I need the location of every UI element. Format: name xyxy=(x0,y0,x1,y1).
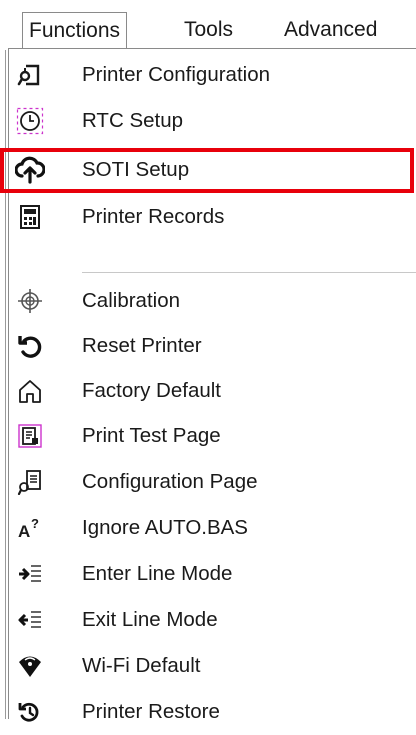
restore-icon xyxy=(14,697,46,727)
menu-item-ignore-auto-bas[interactable]: A ? Ignore AUTO.BAS xyxy=(0,505,416,551)
menu-item-factory-default[interactable]: Factory Default xyxy=(0,368,416,414)
ignore-auto-icon: A ? xyxy=(14,513,46,543)
crosshair-icon xyxy=(14,286,46,316)
clock-icon xyxy=(14,106,46,136)
menu-item-label: Printer Records xyxy=(82,205,225,228)
menu-item-label: Reset Printer xyxy=(82,334,202,357)
menu-tab-tools[interactable]: Tools xyxy=(178,12,239,50)
menu-item-label: RTC Setup xyxy=(82,109,184,132)
home-icon xyxy=(14,376,46,406)
menu-tab-functions[interactable]: Functions xyxy=(22,12,128,50)
menu-item-label: Printer Configuration xyxy=(82,63,271,86)
menu-item-label: Configuration Page xyxy=(82,470,258,493)
menu-item-label: Printer Restore xyxy=(82,700,220,723)
menu-item-wifi-default[interactable]: Wi-Fi Default xyxy=(0,643,416,689)
menu-item-label: Wi-Fi Default xyxy=(82,654,201,677)
soti-setup-highlight-box xyxy=(0,148,414,193)
test-page-icon xyxy=(14,421,46,451)
svg-text:A: A xyxy=(18,522,30,541)
menu-item-print-test-page[interactable]: Print Test Page xyxy=(0,413,416,459)
menu-bar: Functions Tools Advanced xyxy=(0,0,416,50)
menu-item-label: Enter Line Mode xyxy=(82,562,233,585)
svg-text:?: ? xyxy=(31,516,39,531)
menu-item-reset-printer[interactable]: Reset Printer xyxy=(0,323,416,369)
exit-line-mode-icon xyxy=(14,605,46,635)
menu-item-label: Factory Default xyxy=(82,379,221,402)
menu-item-configuration-page[interactable]: Configuration Page xyxy=(0,459,416,505)
menu-separator xyxy=(82,272,416,273)
wifi-shield-icon xyxy=(14,651,46,681)
menu-item-label: Exit Line Mode xyxy=(82,608,218,631)
reset-icon xyxy=(14,331,46,361)
menu-item-rtc-setup[interactable]: RTC Setup xyxy=(0,98,416,144)
menu-item-label: Ignore AUTO.BAS xyxy=(82,516,248,539)
records-icon xyxy=(14,202,46,232)
menu-item-calibration[interactable]: Calibration xyxy=(0,278,416,324)
config-page-icon xyxy=(14,467,46,497)
enter-line-mode-icon xyxy=(14,559,46,589)
menu-item-enter-line-mode[interactable]: Enter Line Mode xyxy=(0,551,416,597)
menu-item-label: Print Test Page xyxy=(82,424,221,447)
menu-item-printer-records[interactable]: Printer Records xyxy=(0,194,416,240)
menu-tab-advanced[interactable]: Advanced xyxy=(278,12,383,50)
menu-item-printer-configuration[interactable]: Printer Configuration xyxy=(0,52,416,98)
menu-item-exit-line-mode[interactable]: Exit Line Mode xyxy=(0,597,416,643)
menu-item-printer-restore[interactable]: Printer Restore xyxy=(0,689,416,735)
printer-config-icon xyxy=(14,60,46,90)
menu-item-label: Calibration xyxy=(82,289,180,312)
